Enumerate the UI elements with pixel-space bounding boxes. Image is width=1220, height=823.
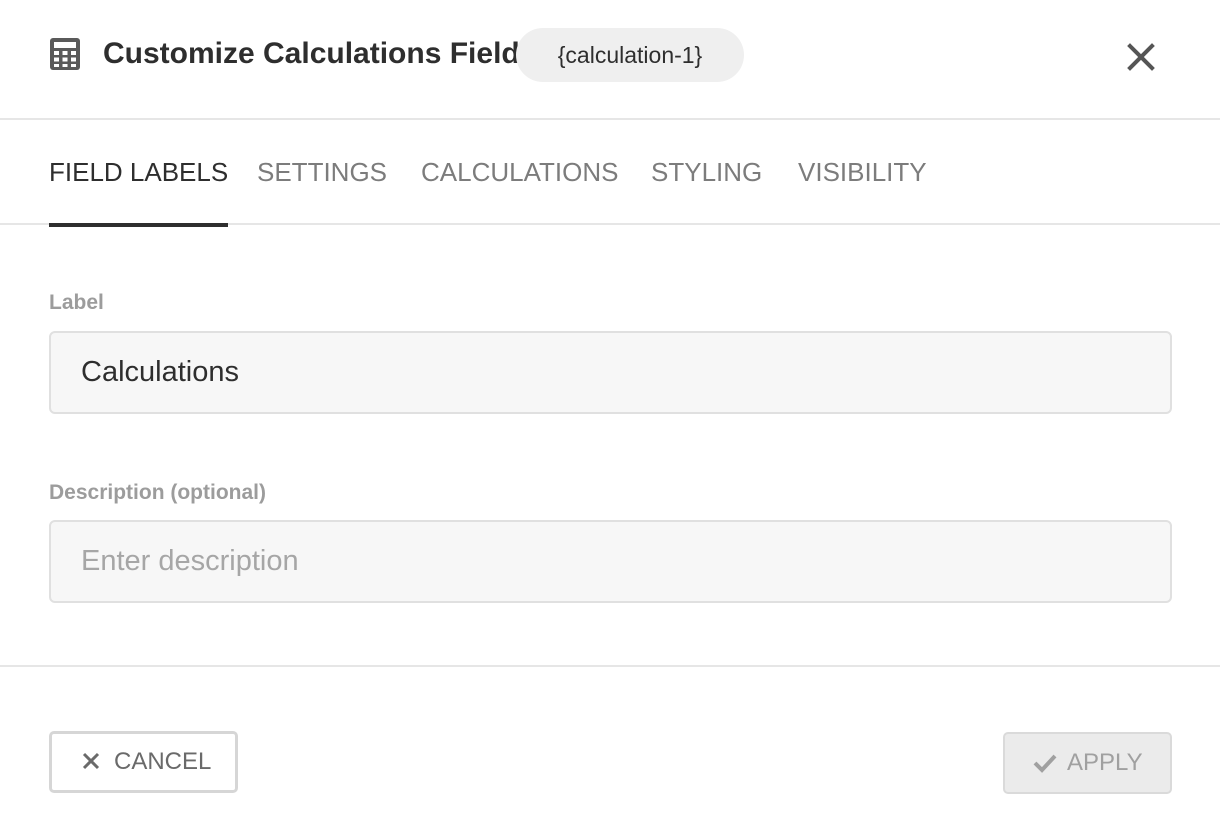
dialog-title: Customize Calculations Field xyxy=(103,37,520,70)
tab-calculations[interactable]: CALCULATIONS xyxy=(421,120,618,225)
calculator-icon xyxy=(50,38,80,70)
apply-button[interactable]: APPLY xyxy=(1003,732,1172,794)
description-field-label: Description (optional) xyxy=(49,481,266,504)
tab-bar: FIELD LABELS SETTINGS CALCULATIONS STYLI… xyxy=(0,120,1220,227)
label-input[interactable] xyxy=(49,331,1172,414)
customize-field-dialog: Customize Calculations Field {calculatio… xyxy=(0,0,1220,823)
close-icon xyxy=(80,750,104,774)
apply-button-content: APPLY xyxy=(1033,734,1143,792)
cancel-button-content: CANCEL xyxy=(80,734,211,790)
tab-settings[interactable]: SETTINGS xyxy=(257,120,387,225)
tab-visibility[interactable]: VISIBILITY xyxy=(798,120,927,225)
footer-divider xyxy=(0,665,1220,667)
label-field-label: Label xyxy=(49,291,104,314)
close-icon[interactable] xyxy=(1124,40,1158,74)
tab-field-labels[interactable]: FIELD LABELS xyxy=(49,120,229,227)
checkmark-icon xyxy=(1033,751,1057,775)
description-input[interactable] xyxy=(49,520,1172,603)
field-tag-badge: {calculation-1} xyxy=(516,28,744,82)
cancel-button-label: CANCEL xyxy=(114,748,212,775)
cancel-button[interactable]: CANCEL xyxy=(49,731,238,793)
tab-styling[interactable]: STYLING xyxy=(651,120,762,225)
dialog-header: Customize Calculations Field {calculatio… xyxy=(0,0,1220,120)
apply-button-label: APPLY xyxy=(1067,749,1143,776)
